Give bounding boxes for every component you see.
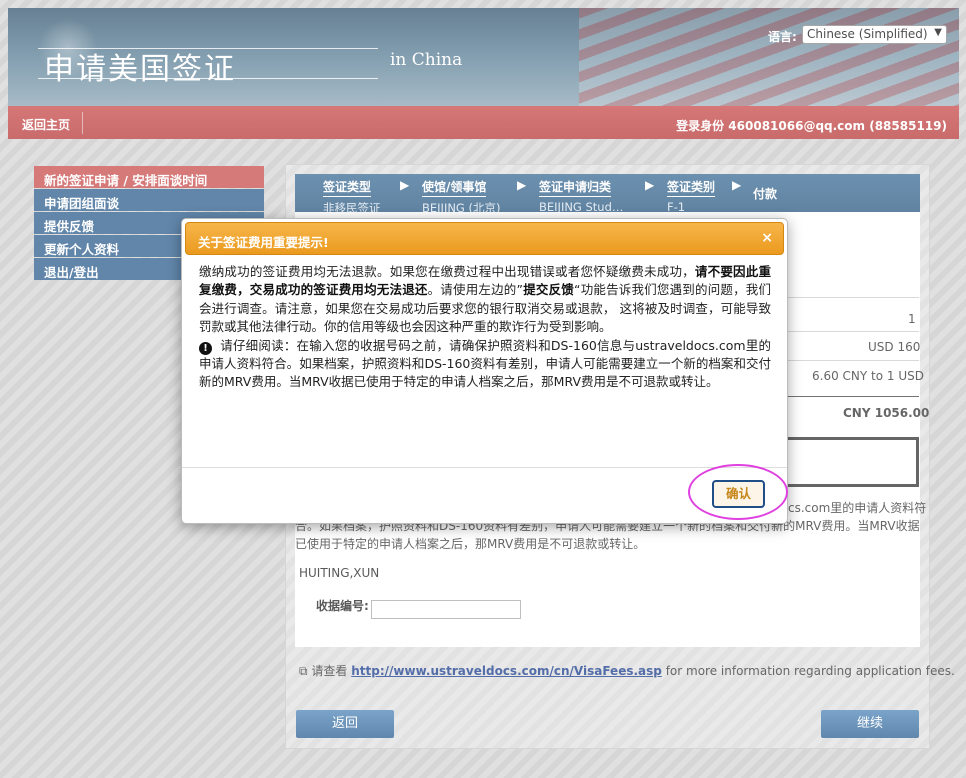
- info-icon: !: [199, 341, 212, 355]
- divider: [182, 467, 787, 468]
- feedback-ref: 提交反馈: [523, 282, 575, 298]
- click-highlight: [688, 464, 788, 520]
- text: 缴纳成功的签证费用均无法退款。如果您在缴费过程中出现错误或者您怀疑缴费未成功，: [199, 264, 695, 279]
- dialog-title: 关于签证费用重要提示!: [198, 235, 329, 250]
- text: 请仔细阅读：在输入您的收据号码之前，请确保护照资料和DS-160信息与ustra…: [199, 337, 771, 390]
- dialog-body: 缴纳成功的签证费用均无法退款。如果您在缴费过程中出现错误或者您怀疑缴费未成功， 请…: [199, 263, 771, 392]
- dialog-paragraph-2: ! 请仔细阅读：在输入您的收据号码之前，请确保护照资料和DS-160信息与ustr…: [199, 337, 771, 392]
- dialog-header: 关于签证费用重要提示! ×: [185, 222, 784, 255]
- close-icon[interactable]: ×: [761, 230, 773, 246]
- dialog-paragraph-1: 缴纳成功的签证费用均无法退款。如果您在缴费过程中出现错误或者您怀疑缴费未成功，请…: [199, 263, 771, 337]
- text: 。请使用左边的”: [427, 282, 523, 298]
